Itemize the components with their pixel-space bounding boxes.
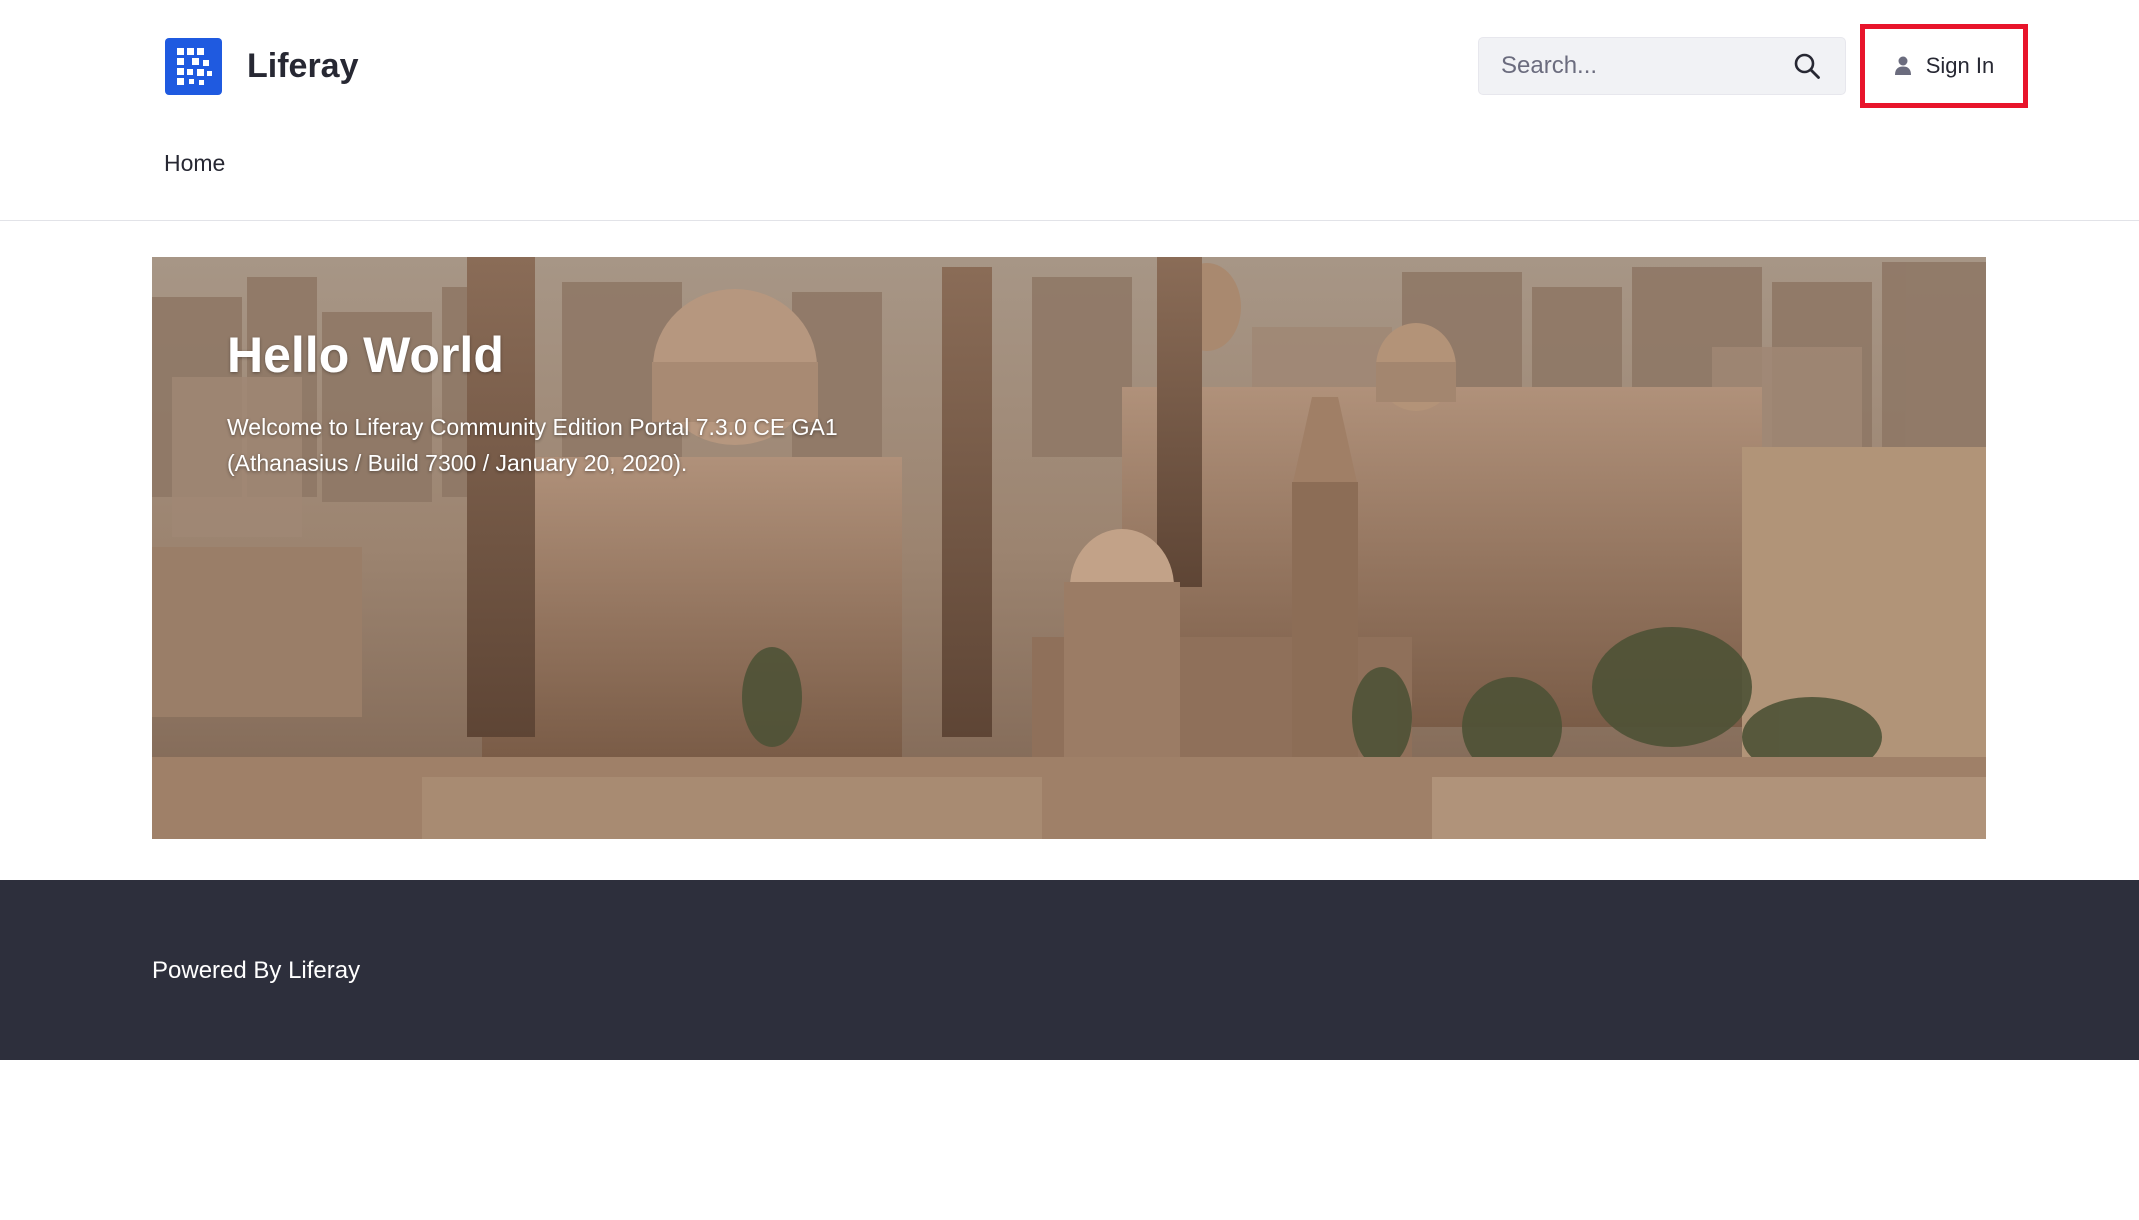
site-footer: Powered By Liferay [0, 880, 2139, 1060]
site-header: Liferay Sign In Home [0, 0, 2139, 221]
powered-by-label: Powered By [152, 957, 282, 984]
banner-text-line-2: (Athanasius / Build 7300 / January 20, 2… [227, 450, 688, 476]
hero-banner: Hello World Welcome to Liferay Community… [152, 257, 1986, 839]
nav-item-home[interactable]: Home [164, 148, 225, 178]
search-bar [1478, 37, 1846, 95]
site-name[interactable]: Liferay [247, 44, 359, 88]
sign-in-label: Sign In [1925, 53, 1995, 78]
banner-welcome-text: Welcome to Liferay Community Edition Por… [227, 409, 907, 481]
search-input[interactable] [1479, 38, 1779, 94]
banner-title: Hello World [227, 327, 504, 383]
powered-by-text: Powered By Liferay [152, 956, 360, 986]
sign-in-button[interactable]: Sign In [1872, 36, 2016, 96]
liferay-logo-icon[interactable] [165, 38, 222, 95]
banner-text-line-1: Welcome to Liferay Community Edition Por… [227, 414, 838, 440]
liferay-link[interactable]: Liferay [288, 957, 360, 984]
liferay-home-page: Liferay Sign In Home [0, 0, 2139, 1220]
user-icon [1894, 56, 1911, 75]
search-icon[interactable] [1793, 52, 1821, 80]
